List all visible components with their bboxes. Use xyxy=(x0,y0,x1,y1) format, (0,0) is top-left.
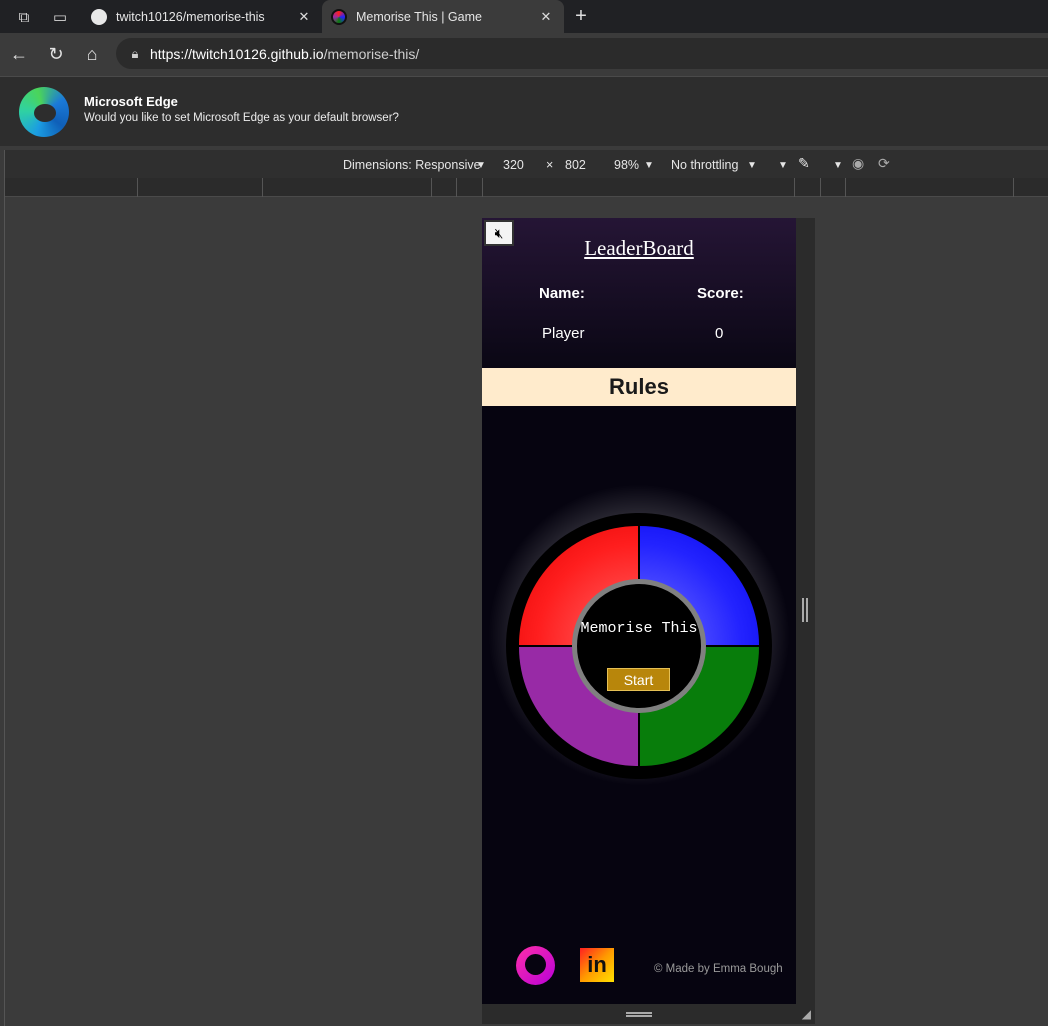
more-options-icon[interactable]: ▼ xyxy=(778,160,788,171)
zoom-select[interactable]: 98% xyxy=(614,158,639,172)
linkedin-icon[interactable]: in xyxy=(580,948,614,982)
lock-icon[interactable]: 🔒︎ xyxy=(120,46,150,62)
leaderboard-title[interactable]: LeaderBoard xyxy=(482,236,796,261)
github-icon[interactable] xyxy=(516,946,555,985)
chevron-down-icon[interactable]: ▼ xyxy=(476,160,486,171)
emulated-page: 🔇︎ LeaderBoard Name: Score: Player 0 Rul… xyxy=(482,218,796,1004)
times-sign: × xyxy=(546,158,554,172)
tab-memorise-this[interactable]: Memorise This | Game ✕ xyxy=(322,0,564,33)
score-header: Score: xyxy=(697,285,744,302)
url-field[interactable]: 🔒︎ https://twitch10126.github.io/memoris… xyxy=(116,38,1048,69)
tab-title: twitch10126/memorise-this xyxy=(116,9,265,24)
new-tab-icon[interactable]: + xyxy=(568,3,594,29)
tab-bar: ⧉ ▭ twitch10126/memorise-this ✕ Memorise… xyxy=(0,0,1048,33)
chevron-down-icon[interactable]: ▼ xyxy=(644,160,654,171)
start-button[interactable]: Start xyxy=(607,668,670,691)
center-hub: Memorise This Start xyxy=(572,579,706,713)
workspaces-icon[interactable]: ⧉ xyxy=(10,4,38,30)
eye-icon[interactable]: ◉ xyxy=(852,155,864,172)
viewport-resize-handle-right[interactable] xyxy=(796,218,815,1004)
height-input[interactable]: 802 xyxy=(565,158,586,172)
close-icon[interactable]: ✕ xyxy=(536,9,556,25)
name-header: Name: xyxy=(539,285,585,302)
player-name: Player xyxy=(542,325,585,342)
viewport-resize-handle-bottom[interactable]: ◢ xyxy=(482,1004,815,1024)
home-icon[interactable]: ⌂ xyxy=(79,41,105,67)
banner-title: Microsoft Edge xyxy=(84,94,178,109)
banner-text: Would you like to set Microsoft Edge as … xyxy=(84,112,399,124)
tab-github[interactable]: twitch10126/memorise-this ✕ xyxy=(82,0,322,33)
default-browser-banner xyxy=(0,76,1048,146)
site-favicon-icon xyxy=(331,8,347,25)
edge-logo-icon xyxy=(19,87,69,137)
vertical-tabs-icon[interactable]: ▭ xyxy=(46,4,74,30)
width-input[interactable]: 320 xyxy=(503,158,524,172)
tab-title: Memorise This | Game xyxy=(356,9,482,24)
eyedropper-icon[interactable]: ✎ xyxy=(798,155,810,172)
media-query-bar[interactable] xyxy=(5,178,1048,197)
dimensions-select[interactable]: Dimensions: Responsive xyxy=(343,158,481,172)
throttling-select[interactable]: No throttling xyxy=(671,158,738,172)
back-icon[interactable]: ← xyxy=(6,41,32,67)
resize-corner-icon[interactable]: ◢ xyxy=(802,1007,811,1021)
github-icon xyxy=(91,8,107,25)
player-score: 0 xyxy=(715,325,724,342)
url-path: /memorise-this/ xyxy=(323,45,420,62)
chevron-down-icon[interactable]: ▼ xyxy=(833,160,843,171)
leaderboard-section: 🔇︎ LeaderBoard Name: Score: Player 0 xyxy=(482,218,796,368)
device-toolbar: Dimensions: Responsive ▼ 320 × 802 98% ▼… xyxy=(5,150,1048,178)
game-board: Memorise This Start xyxy=(506,513,772,779)
rotate-icon[interactable]: ⟳ xyxy=(878,155,890,172)
address-bar: ← ↻ ⌂ 🔒︎ https://twitch10126.github.io/m… xyxy=(0,33,1048,74)
reload-icon[interactable]: ↻ xyxy=(43,41,69,67)
footer-credit: © Made by Emma Bough xyxy=(654,963,783,975)
chevron-down-icon[interactable]: ▼ xyxy=(747,160,757,171)
url-host: https://twitch10126.github.io xyxy=(150,45,324,62)
close-icon[interactable]: ✕ xyxy=(294,9,314,25)
game-title: Memorise This xyxy=(580,620,698,637)
rules-button[interactable]: Rules xyxy=(482,368,796,406)
